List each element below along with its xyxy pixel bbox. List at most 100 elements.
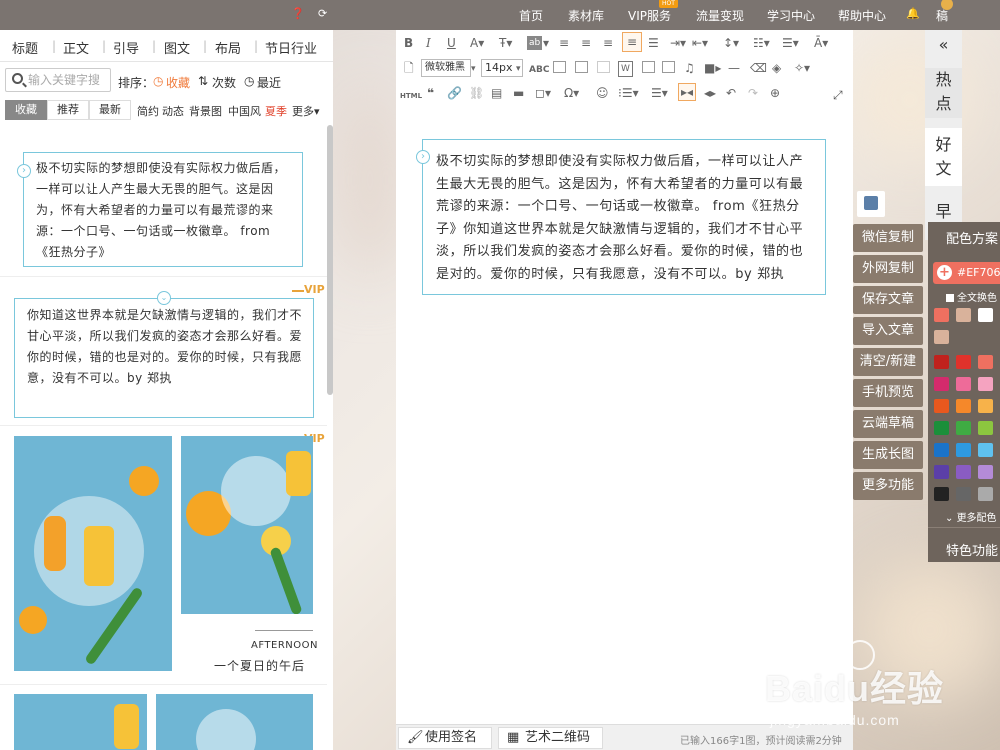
emoji-icon[interactable]: ☺ — [596, 86, 609, 100]
color-swatch[interactable] — [934, 421, 949, 435]
magic-wand-icon[interactable]: ✧▾ — [794, 61, 810, 75]
horizontal-line-icon[interactable]: — — [728, 61, 740, 75]
nav-help[interactable]: 帮助中心 — [838, 7, 886, 24]
sort-favorite-icon[interactable]: ◷ — [153, 74, 163, 88]
bold-button[interactable]: B — [404, 36, 413, 50]
redo-icon[interactable]: ↷ — [748, 86, 758, 100]
nav-learning[interactable]: 学习中心 — [767, 7, 815, 24]
color-swatch[interactable] — [978, 399, 993, 413]
color-swatch[interactable] — [934, 487, 949, 501]
search-input[interactable] — [28, 71, 108, 89]
clear-new-button[interactable]: 清空/新建 — [853, 348, 923, 376]
tab-image-text[interactable]: 图文 — [164, 38, 190, 57]
color-swatch[interactable] — [934, 399, 949, 413]
text-background-button[interactable]: Ŧ▾ — [499, 36, 512, 50]
line-height-button[interactable]: ☰ — [648, 36, 659, 50]
direction-ltr-icon[interactable]: ▸◂ — [678, 83, 697, 101]
sort-count-icon[interactable]: ⇅ — [198, 74, 208, 88]
ordered-list-icon[interactable]: ⁝☰▾ — [618, 86, 639, 100]
color-swatch[interactable] — [956, 421, 971, 435]
wechat-copy-button[interactable]: 微信复制 — [853, 224, 923, 252]
toggle-panel-icon[interactable] — [857, 191, 885, 217]
color-swatch[interactable] — [956, 443, 971, 457]
filter-dynamic[interactable]: 动态 — [162, 103, 184, 119]
tab-body[interactable]: 正文 — [63, 38, 89, 57]
template-card[interactable] — [0, 686, 327, 750]
generate-long-image-button[interactable]: 生成长图 — [853, 441, 923, 469]
whole-text-color-checkbox[interactable]: 全文换色 — [946, 289, 997, 304]
color-swatch[interactable] — [956, 308, 971, 322]
feature-functions[interactable]: 特色功能 — [946, 540, 998, 559]
bell-icon[interactable]: 🔔 — [906, 7, 920, 20]
unlink-icon[interactable]: ⛓ — [469, 86, 484, 100]
align-right-button[interactable]: ≡ — [603, 36, 613, 50]
link-icon[interactable]: 🔗 — [447, 86, 462, 100]
quote-icon[interactable]: ❝ — [427, 86, 434, 100]
search-replace-icon[interactable]: ⊕ — [770, 86, 780, 100]
format-painter-button[interactable]: ab — [527, 36, 543, 50]
current-color-input[interactable]: + #EF7060 — [933, 262, 1000, 284]
outdent-button[interactable]: ⇤▾ — [692, 36, 708, 50]
grid-icon[interactable] — [575, 61, 588, 73]
filter-tab-favorite[interactable]: 收藏 — [5, 100, 47, 120]
plus-icon[interactable]: + — [937, 265, 952, 280]
sort-favorite[interactable]: 收藏 — [166, 74, 190, 91]
table-icon[interactable] — [553, 61, 566, 73]
help-icon[interactable]: ❓ — [291, 7, 305, 20]
color-swatch[interactable] — [934, 443, 949, 457]
paint-bucket-icon[interactable]: ◈ — [772, 61, 781, 75]
tab-layout[interactable]: 布局 — [215, 38, 241, 57]
font-family-select[interactable]: 微软雅黑 — [421, 59, 471, 77]
align-justify-button[interactable]: ≡ — [622, 32, 643, 52]
more-colors-link[interactable]: ⌄ 更多配色 — [945, 509, 997, 524]
clear-format-button[interactable]: Ā▾ — [814, 36, 828, 50]
color-swatch[interactable] — [978, 465, 993, 479]
html-source-button[interactable]: HTML — [400, 89, 422, 103]
color-swatch[interactable] — [978, 308, 993, 322]
tab-guide[interactable]: 引导 — [113, 38, 139, 57]
color-swatch[interactable] — [934, 308, 949, 322]
template-card[interactable]: VIP AFTERNOON 一个夏日的午后 — [0, 427, 327, 685]
rail-tab-good-articles[interactable]: 好文 — [925, 128, 962, 186]
image-icon[interactable] — [642, 61, 655, 73]
color-swatch[interactable] — [956, 399, 971, 413]
indent-button[interactable]: ⇥▾ — [670, 36, 686, 50]
row-spacing-button[interactable]: ☷▾ — [753, 36, 770, 50]
nav-materials[interactable]: 素材库 — [568, 7, 604, 24]
color-swatch[interactable] — [956, 487, 971, 501]
color-swatch[interactable] — [978, 377, 993, 391]
cloud-draft-button[interactable]: 云端草稿 — [853, 410, 923, 438]
mobile-preview-button[interactable]: 手机预览 — [853, 379, 923, 407]
sort-recent-icon[interactable]: ◷ — [244, 74, 254, 88]
unordered-list-icon[interactable]: ☰▾ — [651, 86, 668, 100]
filter-summer[interactable]: 夏季 — [265, 103, 287, 119]
align-left-button[interactable]: ≡ — [559, 36, 569, 50]
new-document-icon[interactable]: 🗋 — [404, 61, 414, 75]
use-signature-button[interactable]: 🖌 使用签名 — [398, 727, 492, 749]
special-char-icon[interactable]: Ω▾ — [564, 86, 579, 100]
nav-vip[interactable]: VIP服务 — [628, 7, 671, 24]
color-swatch[interactable] — [934, 330, 949, 344]
sort-recent[interactable]: 最近 — [257, 74, 281, 91]
template-card[interactable]: VIP 你知道这世界本就是欠缺激情与逻辑的，我们才不甘心平淡，所以我们发疯的姿态… — [0, 278, 327, 426]
template-insert-icon[interactable]: ◻▾ — [535, 86, 551, 100]
sort-count[interactable]: 次数 — [212, 74, 236, 91]
save-article-button[interactable]: 保存文章 — [853, 286, 923, 314]
tab-title[interactable]: 标题 — [12, 38, 38, 57]
color-swatch[interactable] — [978, 421, 993, 435]
copy-icon[interactable] — [597, 61, 610, 73]
rail-tab-hot[interactable]: 热点 — [925, 68, 962, 118]
nav-traffic[interactable]: 流量变现 — [696, 7, 744, 24]
expand-icon[interactable]: ⤢ — [833, 88, 843, 103]
gallery-icon[interactable] — [662, 61, 675, 73]
template-card[interactable]: 极不切实际的梦想即使没有实际权力做后盾，一样可以让人产生最大无畏的胆气。这是因为… — [0, 127, 327, 277]
tab-holiday-industry[interactable]: 节日行业 — [265, 38, 317, 57]
refresh-icon[interactable]: ⟳ — [318, 7, 327, 20]
color-swatch[interactable] — [934, 355, 949, 369]
document-area[interactable]: 极不切实际的梦想即使没有实际权力做后盾，一样可以让人产生最大无畏的胆气。这是因为… — [396, 112, 853, 724]
nav-home[interactable]: 首页 — [519, 7, 543, 24]
video-icon[interactable]: ■▸ — [704, 61, 721, 75]
dropdown-icon[interactable]: ▾ — [471, 62, 476, 76]
align-center-button[interactable]: ≡ — [581, 36, 591, 50]
filter-tab-recommend[interactable]: 推荐 — [47, 100, 89, 120]
